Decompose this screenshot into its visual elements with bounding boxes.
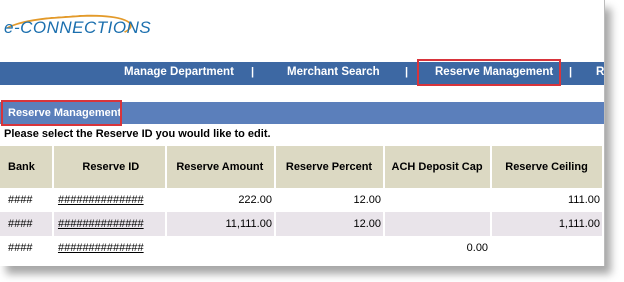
table-row: #### ############## 11,111.00 12.00 1,11… (0, 212, 604, 236)
nav-merchant-search[interactable]: Merchant Search (287, 62, 380, 85)
nav-item-truncated[interactable]: R (596, 62, 604, 85)
nav-manage-department[interactable]: Manage Department (124, 62, 234, 85)
cell-bank: #### (0, 236, 54, 260)
cell-reserve-amount (165, 236, 276, 260)
cell-reserve-amount: 222.00 (165, 188, 276, 212)
table-header-row: Bank Reserve ID Reserve Amount Reserve P… (0, 146, 604, 188)
reserve-id-link[interactable]: ############## (58, 194, 144, 206)
app-logo: e-CONNECTIONS (4, 18, 152, 37)
instruction-text: Please select the Reserve ID you would l… (4, 128, 271, 140)
cell-reserve-amount: 11,111.00 (165, 212, 276, 236)
nav-separator: | (405, 66, 409, 78)
table-row: #### ############## 222.00 12.00 111.00 (0, 188, 604, 212)
col-header-bank[interactable]: Bank (0, 146, 54, 188)
cell-reserve-ceiling (491, 236, 604, 260)
nav-separator: | (251, 66, 255, 78)
cell-ach-deposit-cap: 0.00 (384, 236, 493, 260)
nav-separator: | (569, 66, 573, 78)
cell-ach-deposit-cap (384, 188, 493, 212)
col-header-reserve-id[interactable]: Reserve ID (52, 146, 167, 188)
cell-reserve-ceiling: 111.00 (491, 188, 604, 212)
table-row: #### ############## 0.00 (0, 236, 604, 260)
cell-bank: #### (0, 188, 54, 212)
reserve-id-link[interactable]: ############## (58, 242, 144, 254)
cell-ach-deposit-cap (384, 212, 493, 236)
reserve-id-link[interactable]: ############## (58, 218, 144, 230)
cell-reserve-ceiling: 1,111.00 (491, 212, 604, 236)
cell-reserve-percent: 12.00 (274, 188, 386, 212)
cell-reserve-percent (274, 236, 386, 260)
highlight-box-section (1, 100, 122, 126)
col-header-reserve-amount[interactable]: Reserve Amount (165, 146, 276, 188)
cell-bank: #### (0, 212, 54, 236)
col-header-reserve-percent[interactable]: Reserve Percent (274, 146, 386, 188)
cell-reserve-percent: 12.00 (274, 212, 386, 236)
col-header-reserve-ceiling[interactable]: Reserve Ceiling (491, 146, 604, 188)
col-header-ach-deposit-cap[interactable]: ACH Deposit Cap (384, 146, 493, 188)
app-window: e-CONNECTIONS Manage Department | Mercha… (0, 0, 605, 266)
highlight-box-nav (417, 59, 561, 86)
reserve-table: Bank Reserve ID Reserve Amount Reserve P… (0, 146, 604, 260)
